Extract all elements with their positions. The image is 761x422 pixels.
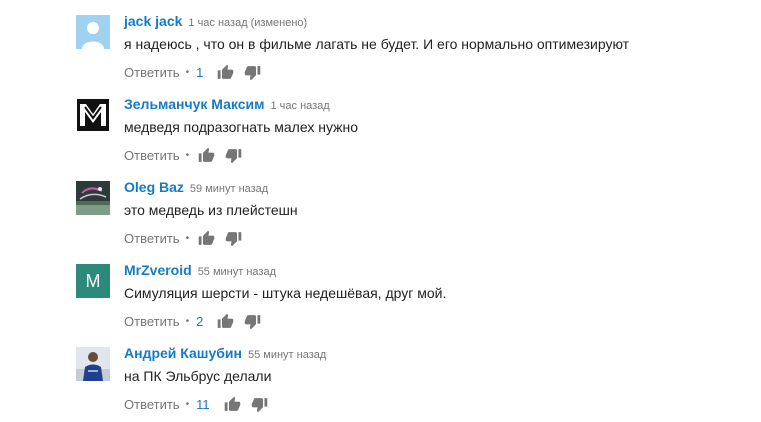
like-count: 2 bbox=[196, 313, 204, 329]
comment-item: Oleg Baz 59 минут назад это медведь из пл… bbox=[0, 166, 761, 249]
avatar-letter: M bbox=[85, 271, 101, 291]
thumbs-up-icon[interactable] bbox=[217, 64, 234, 81]
reply-button[interactable]: Ответить bbox=[124, 148, 180, 163]
comment-edited-marker: (изменено) bbox=[250, 17, 308, 29]
comment-timestamp[interactable]: 55 минут назад bbox=[248, 349, 326, 361]
thumbs-up-icon[interactable] bbox=[198, 230, 215, 247]
comment-header: Oleg Baz 59 минут назад bbox=[124, 178, 268, 198]
comment-text: это медведь из плейстешн bbox=[124, 202, 298, 218]
comment-item: M MrZveroid 55 минут назад Симуляция шерс… bbox=[0, 249, 761, 332]
user-avatar[interactable] bbox=[76, 98, 110, 132]
comment-actions: Ответить • 11 bbox=[124, 394, 268, 414]
comment-header: MrZveroid 55 минут назад bbox=[124, 261, 276, 281]
separator-dot: • bbox=[185, 66, 190, 78]
black-logo-avatar-icon bbox=[76, 98, 110, 132]
comment-author-link[interactable]: Андрей Кашубин bbox=[124, 345, 242, 361]
comment-text: медведя подразогнать малех нужно bbox=[124, 119, 358, 135]
user-avatar[interactable]: M bbox=[76, 264, 110, 298]
comment-header: Зельманчук Максим 1 час назад bbox=[124, 95, 330, 115]
thumbs-up-icon[interactable] bbox=[224, 396, 241, 413]
like-count: 1 bbox=[196, 64, 204, 80]
default-user-avatar-icon bbox=[76, 15, 110, 49]
comment-timestamp[interactable]: 55 минут назад bbox=[198, 266, 276, 278]
comment-actions: Ответить • bbox=[124, 228, 242, 248]
comment-item: Зельманчук Максим 1 час назад медведя под… bbox=[0, 83, 761, 166]
photo-avatar-icon bbox=[76, 347, 110, 381]
comment-actions: Ответить • bbox=[124, 145, 242, 165]
separator-dot: • bbox=[185, 315, 190, 327]
comment-author-link[interactable]: jack jack bbox=[124, 13, 182, 29]
thumbs-up-icon[interactable] bbox=[198, 147, 215, 164]
comment-item: jack jack 1 час назад (изменено) я надеюсь… bbox=[0, 0, 761, 83]
user-avatar[interactable] bbox=[76, 181, 110, 215]
thumbs-down-icon[interactable] bbox=[251, 396, 268, 413]
comments-list: jack jack 1 час назад (изменено) я надеюсь… bbox=[0, 0, 761, 422]
user-avatar[interactable] bbox=[76, 347, 110, 381]
thumbs-down-icon[interactable] bbox=[244, 64, 261, 81]
comment-item: Андрей Кашубин 55 минут назад на ПК Эльбр… bbox=[0, 332, 761, 415]
thumbs-down-icon[interactable] bbox=[225, 230, 242, 247]
comment-actions: Ответить • 2 bbox=[124, 311, 261, 331]
reply-button[interactable]: Ответить bbox=[124, 397, 180, 412]
comment-timestamp[interactable]: 59 минут назад bbox=[190, 183, 268, 195]
thumbs-down-icon[interactable] bbox=[244, 313, 261, 330]
comment-author-link[interactable]: Зельманчук Максим bbox=[124, 96, 264, 112]
comment-author-link[interactable]: MrZveroid bbox=[124, 262, 192, 278]
reply-button[interactable]: Ответить bbox=[124, 231, 180, 246]
comment-timestamp[interactable]: 1 час назад bbox=[188, 17, 247, 29]
reply-button[interactable]: Ответить bbox=[124, 314, 180, 329]
separator-dot: • bbox=[185, 398, 190, 410]
comment-text: Симуляция шерсти - штука недешёвая, друг… bbox=[124, 285, 447, 301]
photo-avatar-icon bbox=[76, 181, 110, 215]
comment-text: я надеюсь , что он в фильме лагать не бу… bbox=[124, 36, 630, 52]
thumbs-up-icon[interactable] bbox=[217, 313, 234, 330]
reply-button[interactable]: Ответить bbox=[124, 65, 180, 80]
like-count: 11 bbox=[196, 396, 210, 412]
separator-dot: • bbox=[185, 232, 190, 244]
separator-dot: • bbox=[185, 149, 190, 161]
comment-header: jack jack 1 час назад (изменено) bbox=[124, 12, 307, 32]
comment-header: Андрей Кашубин 55 минут назад bbox=[124, 344, 326, 364]
thumbs-down-icon[interactable] bbox=[225, 147, 242, 164]
comment-text: на ПК Эльбрус делали bbox=[124, 368, 272, 384]
user-avatar[interactable] bbox=[76, 15, 110, 49]
comment-actions: Ответить • 1 bbox=[124, 62, 261, 82]
comment-timestamp[interactable]: 1 час назад bbox=[270, 100, 329, 112]
comment-author-link[interactable]: Oleg Baz bbox=[124, 179, 184, 195]
